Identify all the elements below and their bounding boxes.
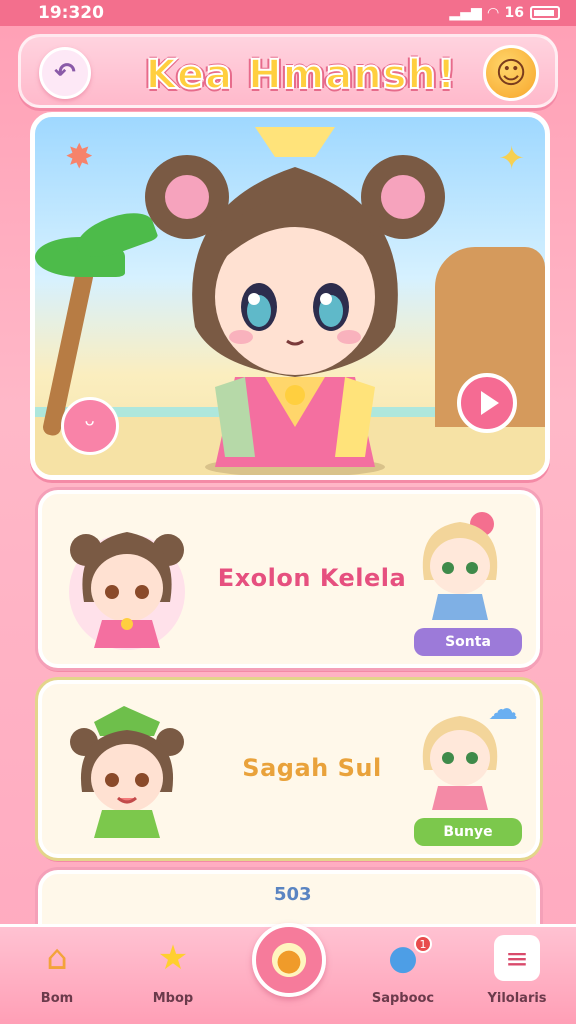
nav-label: Mbop bbox=[152, 991, 194, 1006]
nav-item-star[interactable]: ★ Mbop bbox=[128, 935, 218, 1006]
character-avatar-left bbox=[69, 532, 185, 650]
smile-icon: ☺ bbox=[495, 55, 527, 91]
sparkle-icon: ✦ bbox=[498, 139, 525, 177]
back-button[interactable]: ↶ bbox=[39, 47, 91, 99]
house-icon: ⌂ bbox=[46, 938, 68, 978]
status-time: 19:320 bbox=[38, 3, 104, 23]
profile-smile-button[interactable]: ☺ bbox=[483, 45, 539, 101]
character-card[interactable]: Exolon Kelela Sonta bbox=[38, 490, 540, 668]
page-title: Kea Hmansh! bbox=[145, 51, 457, 99]
menu-icon: ≡ bbox=[494, 935, 540, 981]
nav-item-social[interactable]: ● 1 Sapbooc bbox=[358, 935, 448, 1006]
notification-badge: 1 bbox=[414, 935, 432, 953]
nav-label: Bom bbox=[40, 991, 74, 1006]
card-title: Exolon Kelela bbox=[217, 564, 407, 592]
bottom-nav: ⌂ Bom ★ Mbop ● ● 1 Sapbooc ≡ Yilolaris bbox=[0, 923, 576, 1024]
nav-item-home[interactable]: ⌂ Bom bbox=[12, 935, 102, 1006]
battery-icon bbox=[530, 6, 560, 20]
cloud-sticker-icon: ☁ bbox=[488, 692, 518, 727]
nav-label: Yilolaris bbox=[487, 991, 547, 1006]
wifi-icon: ◠ bbox=[487, 5, 499, 21]
header: ↶ Kea Hmansh! ☺ bbox=[18, 34, 558, 108]
card-title: Sagah Sul bbox=[242, 754, 382, 782]
play-button[interactable] bbox=[457, 373, 517, 433]
character-avatar-left bbox=[70, 706, 184, 838]
back-arrow-icon: ↶ bbox=[54, 58, 76, 88]
lollipop-icon: ● bbox=[275, 942, 303, 978]
hero-banner: ᵕ ✸ ✦ bbox=[30, 112, 550, 480]
card-badge[interactable]: Sonta bbox=[414, 628, 522, 656]
star-icon: ★ bbox=[157, 938, 189, 978]
card-label: 503 bbox=[274, 884, 312, 905]
grin-icon: ᵕ bbox=[84, 411, 96, 441]
signal-icon: ▂▄▆ bbox=[449, 5, 482, 21]
card-badge[interactable]: Bunye bbox=[414, 818, 522, 846]
star-sticker-icon: ✸ bbox=[65, 137, 94, 177]
status-icons: ▂▄▆ ◠ 16 bbox=[449, 5, 560, 21]
hero-character-illustration bbox=[145, 127, 445, 475]
character-card[interactable]: Sagah Sul ☁ Bunye bbox=[38, 680, 540, 858]
nav-item-menu[interactable]: ≡ Yilolaris bbox=[472, 935, 562, 1006]
center-action-button[interactable]: ● bbox=[252, 923, 326, 997]
grin-emblem-button[interactable]: ᵕ bbox=[61, 397, 119, 455]
status-bar: 19:320 ▂▄▆ ◠ 16 bbox=[0, 0, 576, 26]
character-avatar-right bbox=[422, 512, 498, 620]
battery-level: 16 bbox=[504, 5, 524, 21]
nav-label: Sapbooc bbox=[371, 991, 435, 1006]
